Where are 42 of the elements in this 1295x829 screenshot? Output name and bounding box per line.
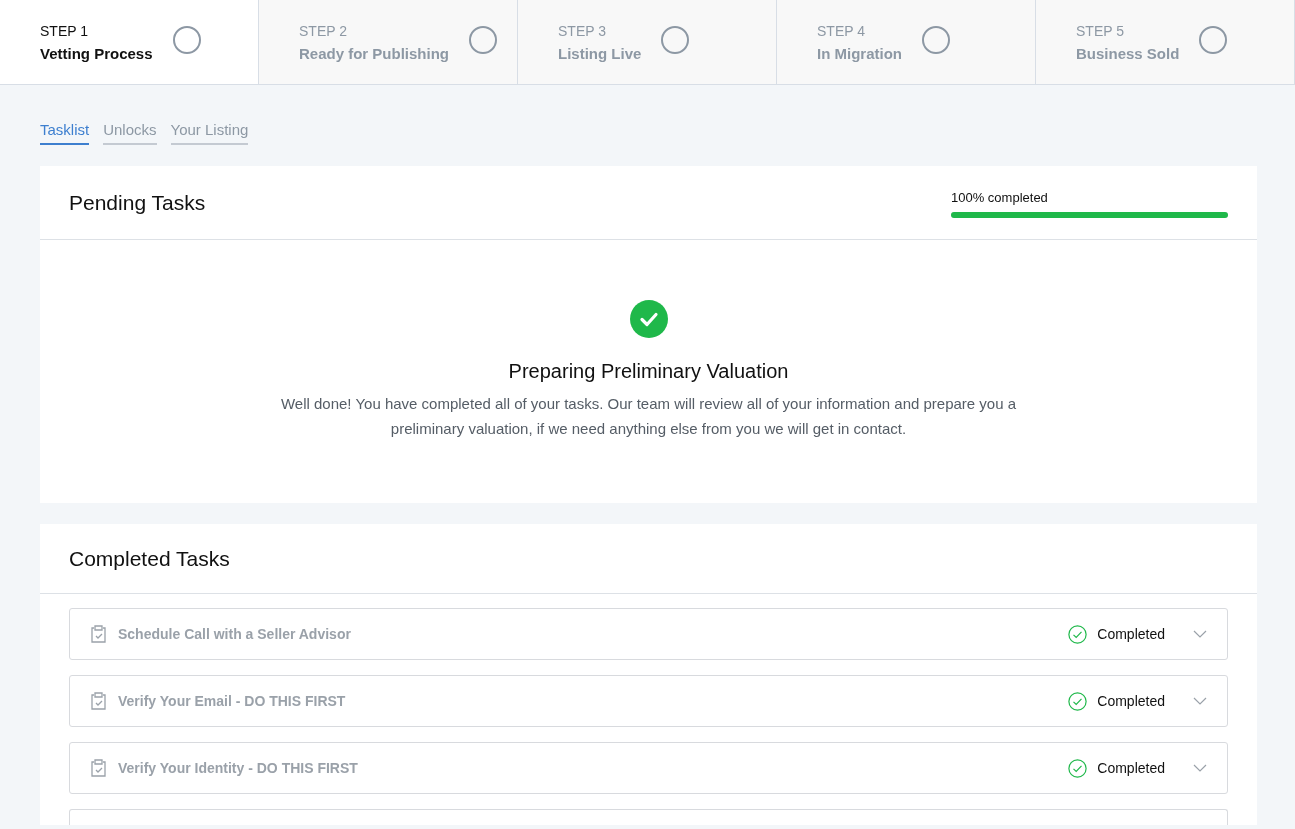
check-circle-icon [1068,758,1088,778]
task-title: Verify Your Email - DO THIS FIRST [118,693,347,709]
step-number: STEP 2 [299,22,348,39]
task-title: Verify Your Identity - DO THIS FIRST [118,760,359,776]
step-tab[interactable]: STEP 5 Business Sold [1036,0,1295,84]
task-status: Completed [1097,693,1165,709]
step-number: STEP 4 [817,22,866,39]
card-title: Completed Tasks [69,546,230,571]
check-circle-icon [1068,691,1088,711]
step-tab[interactable]: STEP 3 Listing Live [518,0,777,84]
step-number: STEP 3 [558,22,607,39]
step-number: STEP 1 [40,22,89,39]
success-message: Well done! You have completed all of your tasks. Our team will review all of your information and prepare you a preliminary valuation, if we need anything else from you we will get in contact. [279,394,1018,439]
step-label: Vetting Process [40,44,153,62]
step-tab[interactable]: STEP 1 Vetting Process [0,0,259,84]
chevron-icon[interactable] [1193,697,1207,705]
task-row[interactable]: Verify Your Email - DO THIS FIRST Completed [69,675,1228,727]
step-tab[interactable]: STEP 2 Ready for Publishing [259,0,518,84]
step-label: Ready for Publishing [299,44,449,62]
step-tab[interactable]: STEP 4 In Migration [777,0,1036,84]
success-title: Preparing Preliminary Valuation [508,360,789,383]
check-circle-icon [1068,624,1088,644]
task-row[interactable]: Verify Your Identity - DO THIS FIRST Completed [69,742,1228,794]
clipboard-icon [90,625,107,643]
clipboard-icon [90,692,107,710]
step-label: In Migration [817,44,902,62]
tab[interactable]: Your Listing [170,121,249,145]
chevron-icon[interactable] [1193,764,1207,772]
step-label: Business Sold [1076,44,1180,62]
task-status: Completed [1097,626,1165,642]
chevron-icon[interactable] [1193,630,1207,638]
step-number: STEP 5 [1076,22,1125,39]
card-title: Pending Tasks [69,190,206,215]
clipboard-icon [90,759,107,777]
task-status: Completed [1097,760,1165,776]
tab[interactable]: Unlocks [103,121,157,145]
step-label: Listing Live [558,44,642,62]
task-title: Schedule Call with a Seller Advisor [118,626,352,642]
check-circle-icon [629,300,668,338]
task-row[interactable]: Schedule Call with a Seller Advisor Completed [69,608,1228,660]
progress-label: 100% completed [951,189,1049,205]
tab[interactable]: Tasklist [40,121,90,145]
